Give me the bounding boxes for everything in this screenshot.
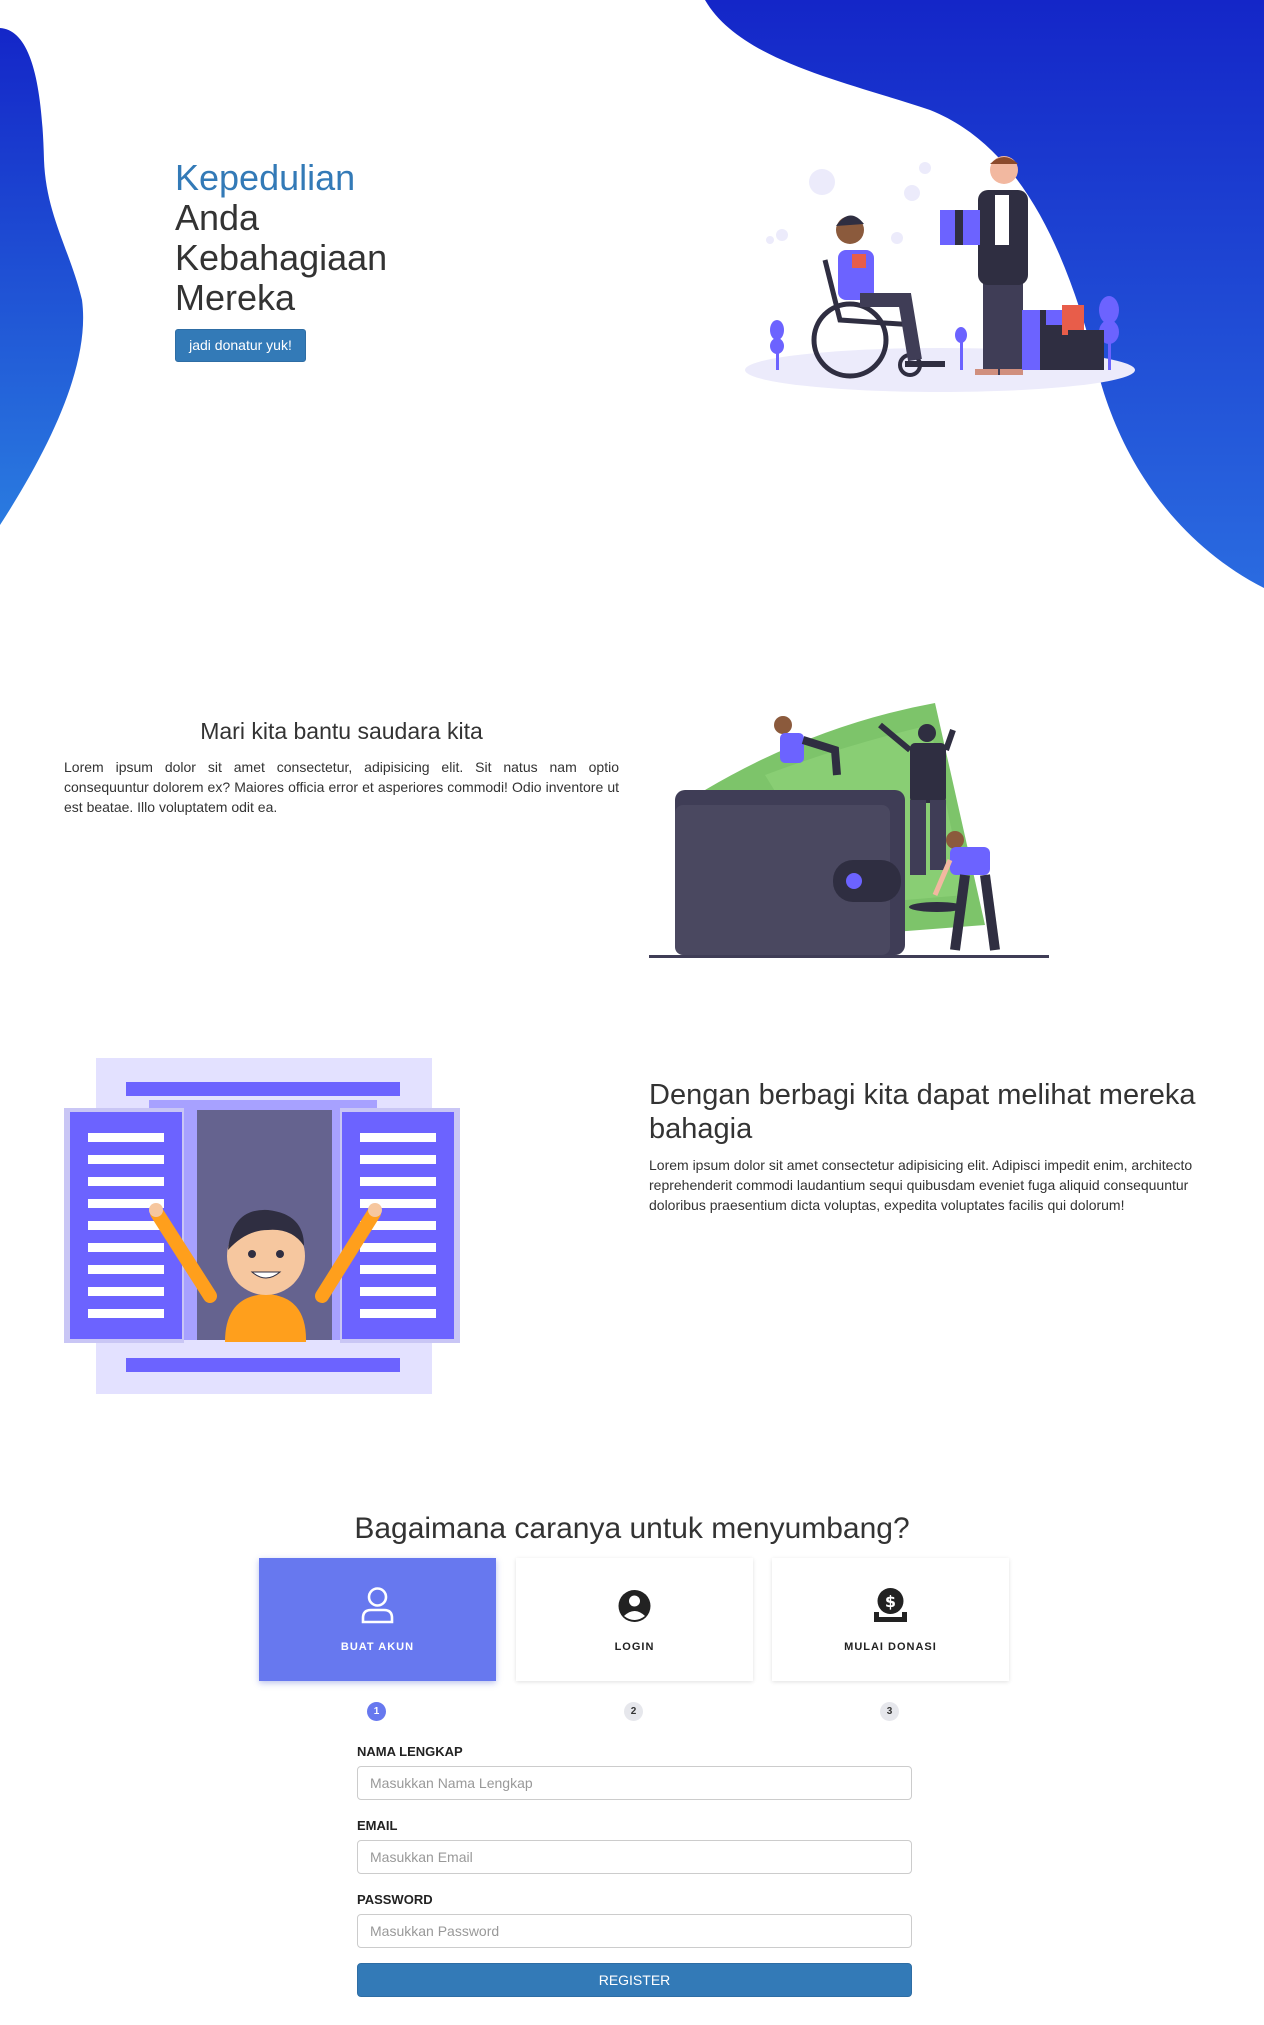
user-outline-icon xyxy=(361,1587,394,1624)
password-input[interactable] xyxy=(357,1914,912,1948)
hero-title: Kepedulian Anda Kebahagiaan Mereka xyxy=(175,158,475,318)
how-to-title: Bagaimana caranya untuk menyumbang? xyxy=(354,1512,910,1545)
password-label: PASSWORD xyxy=(357,1892,433,1907)
hero-title-accent: Kepedulian xyxy=(175,157,356,198)
step-card-start-donation[interactable]: $ MULAI DONASI xyxy=(772,1558,1009,1681)
help-section-title: Mari kita bantu saudara kita xyxy=(200,718,483,744)
step-indicator-1: 1 xyxy=(367,1702,386,1721)
step-card-login[interactable]: LOGIN xyxy=(516,1558,753,1681)
email-label: EMAIL xyxy=(357,1818,398,1833)
svg-text:$: $ xyxy=(885,1592,896,1611)
user-circle-icon xyxy=(618,1590,651,1622)
hero-title-line: Mereka xyxy=(175,277,296,318)
hero-title-line: Kebahagiaan xyxy=(175,237,388,278)
step-card-create-account[interactable]: BUAT AKUN xyxy=(259,1558,496,1681)
step-label: LOGIN xyxy=(614,1641,655,1653)
share-section-text: Lorem ipsum dolor sit amet consectetur a… xyxy=(649,1157,1193,1213)
step-label: MULAI DONASI xyxy=(844,1641,937,1653)
donate-icon: $ xyxy=(874,1588,907,1622)
share-section-title: Dengan berbagi kita dapat melihat mereka… xyxy=(649,1079,1196,1145)
gift-giving-illustration xyxy=(745,156,1135,392)
happy-child-window-illustration xyxy=(64,1058,460,1394)
step-label: BUAT AKUN xyxy=(340,1641,415,1653)
help-section-text: Lorem ipsum dolor sit amet consectetur, … xyxy=(64,759,619,815)
register-button[interactable]: REGISTER xyxy=(357,1963,912,1997)
hero-title-line: Anda xyxy=(175,197,260,238)
wallet-money-illustration xyxy=(649,703,1049,958)
step-indicator-3: 3 xyxy=(880,1702,899,1721)
left-blue-blob xyxy=(0,28,84,525)
email-input[interactable] xyxy=(357,1840,912,1874)
name-input[interactable] xyxy=(357,1766,912,1800)
step-indicator-2: 2 xyxy=(624,1702,643,1721)
donate-cta-button[interactable]: jadi donatur yuk! xyxy=(175,329,306,362)
name-label: NAMA LENGKAP xyxy=(357,1744,463,1759)
